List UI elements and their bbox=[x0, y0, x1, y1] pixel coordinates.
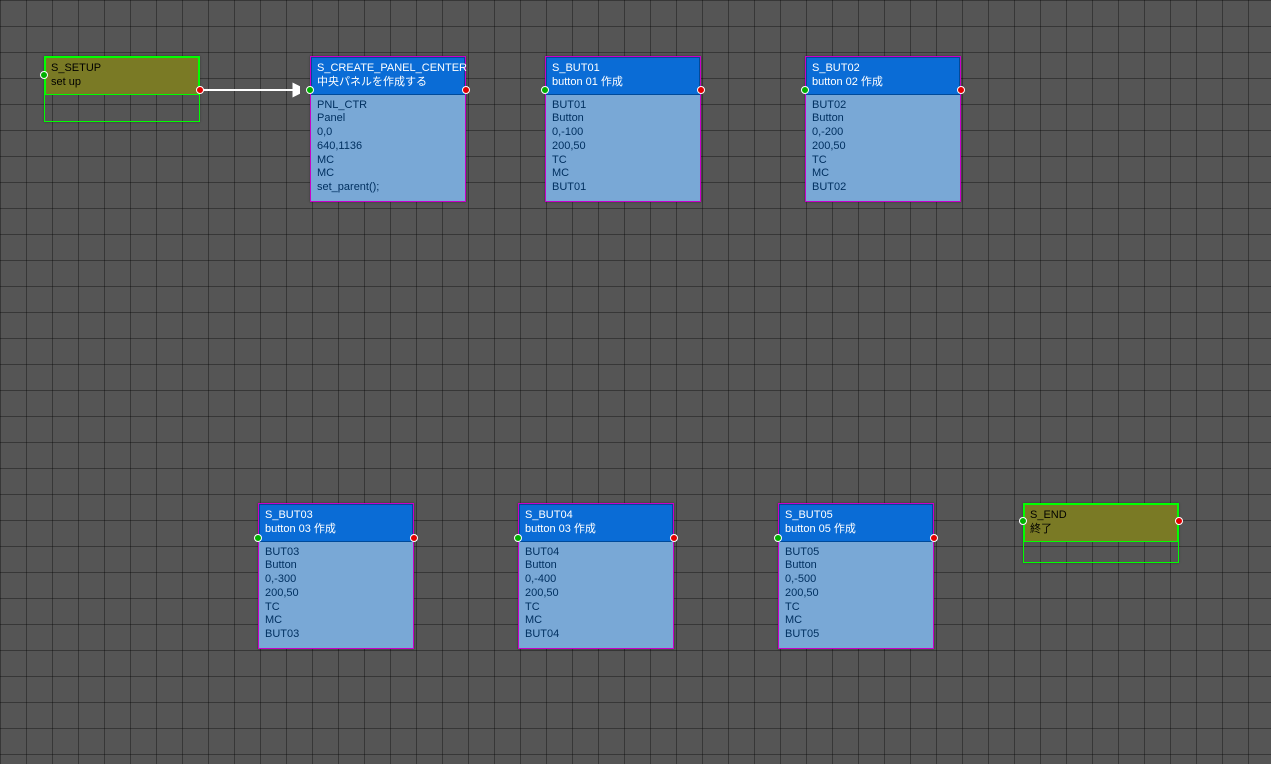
port-in[interactable] bbox=[254, 534, 262, 542]
node-title: S_BUT02 bbox=[812, 61, 954, 75]
node-subtitle: button 05 作成 bbox=[785, 522, 927, 536]
port-out[interactable] bbox=[930, 534, 938, 542]
node-header[interactable]: S_BUT01 button 01 作成 bbox=[546, 57, 700, 95]
node-body: BUT05 Button 0,-500 200,50 TC MC BUT05 bbox=[779, 542, 933, 648]
port-out[interactable] bbox=[410, 534, 418, 542]
node-subtitle: button 03 作成 bbox=[525, 522, 667, 536]
node-subtitle: 中央パネルを作成する bbox=[317, 75, 459, 89]
node-subtitle: button 03 作成 bbox=[265, 522, 407, 536]
node-header[interactable]: S_CREATE_PANEL_CENTER 中央パネルを作成する bbox=[311, 57, 465, 95]
node-title: S_SETUP bbox=[51, 61, 193, 75]
node-subtitle: button 01 作成 bbox=[552, 75, 694, 89]
port-out[interactable] bbox=[1175, 517, 1183, 525]
node-body: BUT01 Button 0,-100 200,50 TC MC BUT01 bbox=[546, 95, 700, 201]
node-header[interactable]: S_BUT05 button 05 作成 bbox=[779, 504, 933, 542]
port-in[interactable] bbox=[801, 86, 809, 94]
port-in[interactable] bbox=[40, 71, 48, 79]
node-subtitle: button 02 作成 bbox=[812, 75, 954, 89]
node-title: S_BUT01 bbox=[552, 61, 694, 75]
node-body: BUT03 Button 0,-300 200,50 TC MC BUT03 bbox=[259, 542, 413, 648]
node-body: BUT04 Button 0,-400 200,50 TC MC BUT04 bbox=[519, 542, 673, 648]
node-header[interactable]: S_SETUP set up bbox=[45, 57, 199, 95]
node-setup[interactable]: S_SETUP set up bbox=[44, 56, 200, 122]
port-in[interactable] bbox=[514, 534, 522, 542]
port-out[interactable] bbox=[670, 534, 678, 542]
port-in[interactable] bbox=[306, 86, 314, 94]
node-title: S_BUT03 bbox=[265, 508, 407, 522]
node-end[interactable]: S_END 終了 bbox=[1023, 503, 1179, 563]
node-header[interactable]: S_END 終了 bbox=[1024, 504, 1178, 542]
node-title: S_BUT04 bbox=[525, 508, 667, 522]
node-header[interactable]: S_BUT02 button 02 作成 bbox=[806, 57, 960, 95]
port-out[interactable] bbox=[957, 86, 965, 94]
port-out[interactable] bbox=[196, 86, 204, 94]
port-out[interactable] bbox=[697, 86, 705, 94]
node-header[interactable]: S_BUT03 button 03 作成 bbox=[259, 504, 413, 542]
node-but01[interactable]: S_BUT01 button 01 作成 BUT01 Button 0,-100… bbox=[545, 56, 701, 202]
node-header[interactable]: S_BUT04 button 03 作成 bbox=[519, 504, 673, 542]
port-out[interactable] bbox=[462, 86, 470, 94]
port-in[interactable] bbox=[774, 534, 782, 542]
node-title: S_END bbox=[1030, 508, 1172, 522]
node-but02[interactable]: S_BUT02 button 02 作成 BUT02 Button 0,-200… bbox=[805, 56, 961, 202]
node-subtitle: set up bbox=[51, 75, 193, 89]
port-in[interactable] bbox=[541, 86, 549, 94]
port-in[interactable] bbox=[1019, 517, 1027, 525]
node-but05[interactable]: S_BUT05 button 05 作成 BUT05 Button 0,-500… bbox=[778, 503, 934, 649]
node-but03[interactable]: S_BUT03 button 03 作成 BUT03 Button 0,-300… bbox=[258, 503, 414, 649]
node-body: BUT02 Button 0,-200 200,50 TC MC BUT02 bbox=[806, 95, 960, 201]
node-title: S_CREATE_PANEL_CENTER bbox=[317, 61, 459, 75]
node-title: S_BUT05 bbox=[785, 508, 927, 522]
node-but04[interactable]: S_BUT04 button 03 作成 BUT04 Button 0,-400… bbox=[518, 503, 674, 649]
node-subtitle: 終了 bbox=[1030, 522, 1172, 536]
node-body: PNL_CTR Panel 0,0 640,1136 MC MC set_par… bbox=[311, 95, 465, 201]
node-create-panel[interactable]: S_CREATE_PANEL_CENTER 中央パネルを作成する PNL_CTR… bbox=[310, 56, 466, 202]
